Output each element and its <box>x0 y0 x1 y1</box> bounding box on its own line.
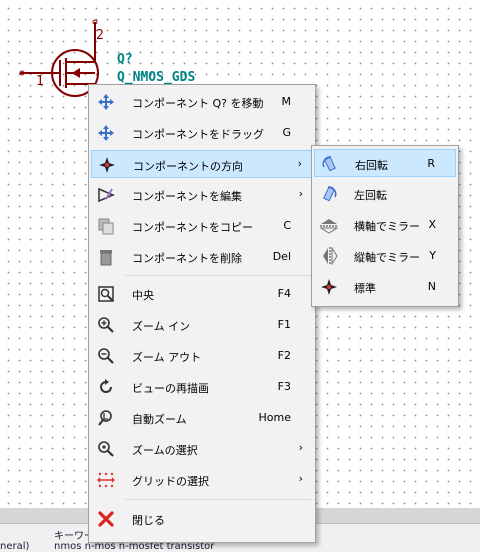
menu-item-label: ズーム アウト <box>132 351 202 364</box>
menu-item-label: コンポーネント Q? を移動 <box>132 97 264 110</box>
menu-item-shortcut: F2 <box>277 349 291 362</box>
drag-icon <box>97 124 115 142</box>
menu-item-auto-zoom[interactable]: 自動ズーム Home <box>91 404 313 432</box>
copy-icon <box>97 217 115 235</box>
menu-separator <box>125 499 311 500</box>
menu-item-shortcut: G <box>282 126 291 139</box>
menu-item-shortcut: F3 <box>277 380 291 393</box>
submenu-item-rotate-ccw[interactable]: 左回転 <box>314 180 456 208</box>
submenu-arrow-icon: › <box>298 187 303 200</box>
zoom-out-icon <box>97 347 115 365</box>
submenu-item-rotate-cw[interactable]: 右回転 R <box>314 149 456 177</box>
auto-zoom-icon <box>97 409 115 427</box>
menu-item-edit[interactable]: コンポーネントを編集 › <box>91 181 313 209</box>
menu-item-copy[interactable]: コンポーネントをコピー C <box>91 212 313 240</box>
zoom-in-icon <box>97 316 115 334</box>
menu-item-trash[interactable]: コンポーネントを削除 Del <box>91 243 313 271</box>
orientation-submenu: 右回転 R 左回転横軸でミラー X 縦軸でミラー Y 標準 N <box>311 145 459 307</box>
menu-item-label: コンポーネントの方向 <box>133 160 243 173</box>
submenu-arrow-icon: › <box>298 441 303 454</box>
submenu-item-shortcut: X <box>428 218 436 231</box>
menu-item-shortcut: Del <box>272 250 291 263</box>
menu-item-shortcut: F1 <box>277 318 291 331</box>
trash-icon <box>97 248 115 266</box>
menu-item-label: ズーム イン <box>132 320 191 333</box>
menu-item-zoom-out[interactable]: ズーム アウト F2 <box>91 342 313 370</box>
menu-item-zoom-select[interactable]: ズームの選択 › <box>91 435 313 463</box>
menu-item-label: コンポーネントを編集 <box>132 190 242 203</box>
menu-item-shortcut: C <box>283 219 291 232</box>
zoom-select-icon <box>97 440 115 458</box>
menu-item-label: コンポーネントをコピー <box>132 221 253 234</box>
submenu-item-mirror-x[interactable]: 横軸でミラー X <box>314 211 456 239</box>
edit-icon <box>97 186 115 204</box>
move-icon <box>97 93 115 111</box>
menu-item-orientation[interactable]: コンポーネントの方向 › <box>91 150 313 178</box>
submenu-item-label: 右回転 <box>355 159 388 172</box>
menu-item-label: 自動ズーム <box>132 413 187 426</box>
mirror-y-icon <box>320 246 338 266</box>
rotate-ccw-icon <box>320 185 338 203</box>
context-menu: コンポーネント Q? を移動 M コンポーネントをドラッグ G コンポーネントの方向 › コ… <box>88 84 316 543</box>
rotate-cw-icon <box>321 155 339 173</box>
menu-item-label: 中央 <box>132 289 154 302</box>
orientation-icon <box>98 156 116 174</box>
menu-item-label: コンポーネントを削除 <box>132 252 242 265</box>
submenu-item-label: 横軸でミラー <box>354 220 420 233</box>
menu-item-shortcut: F4 <box>277 287 291 300</box>
value-field[interactable]: Q_NMOS_GDS <box>117 70 195 85</box>
submenu-arrow-icon: › <box>297 157 302 170</box>
menu-item-label: 閉じる <box>132 514 165 527</box>
menu-item-shortcut: M <box>281 95 292 108</box>
submenu-item-label: 縦軸でミラー <box>354 251 420 264</box>
reference-field[interactable]: Q? <box>117 52 133 67</box>
pin-number-2: 2 <box>96 28 104 43</box>
submenu-item-shortcut: N <box>427 280 436 293</box>
normal-orientation-icon <box>320 278 338 296</box>
submenu-item-shortcut: Y <box>429 249 436 262</box>
submenu-item-shortcut: R <box>427 157 435 170</box>
menu-item-zoom-in[interactable]: ズーム イン F1 <box>91 311 313 339</box>
menu-item-label: グリッドの選択 <box>132 475 209 488</box>
menu-item-shortcut: Home <box>258 411 291 424</box>
center-icon <box>97 285 115 303</box>
submenu-item-mirror-y[interactable]: 縦軸でミラー Y <box>314 242 456 270</box>
menu-item-drag[interactable]: コンポーネントをドラッグ G <box>91 119 313 147</box>
menu-item-redraw[interactable]: ビューの再描画 F3 <box>91 373 313 401</box>
grid-icon <box>97 471 115 489</box>
submenu-arrow-icon: › <box>298 472 303 485</box>
submenu-item-label: 標準 <box>354 282 376 295</box>
menu-item-close[interactable]: 閉じる <box>91 505 313 533</box>
status-left-text: neral) <box>0 541 30 552</box>
menu-item-label: ズームの選択 <box>132 444 198 457</box>
submenu-item-label: 左回転 <box>354 189 387 202</box>
menu-item-grid[interactable]: グリッドの選択 › <box>91 466 313 494</box>
menu-separator <box>125 275 311 276</box>
menu-item-label: ビューの再描画 <box>132 382 209 395</box>
redraw-icon <box>97 378 115 396</box>
menu-item-label: コンポーネントをドラッグ <box>132 128 264 141</box>
menu-item-center[interactable]: 中央 F4 <box>91 280 313 308</box>
pin-number-1: 1 <box>36 74 44 89</box>
mirror-x-icon <box>319 216 339 234</box>
close-icon <box>97 510 115 528</box>
submenu-item-normal-orientation[interactable]: 標準 N <box>314 273 456 301</box>
menu-item-move[interactable]: コンポーネント Q? を移動 M <box>91 88 313 116</box>
